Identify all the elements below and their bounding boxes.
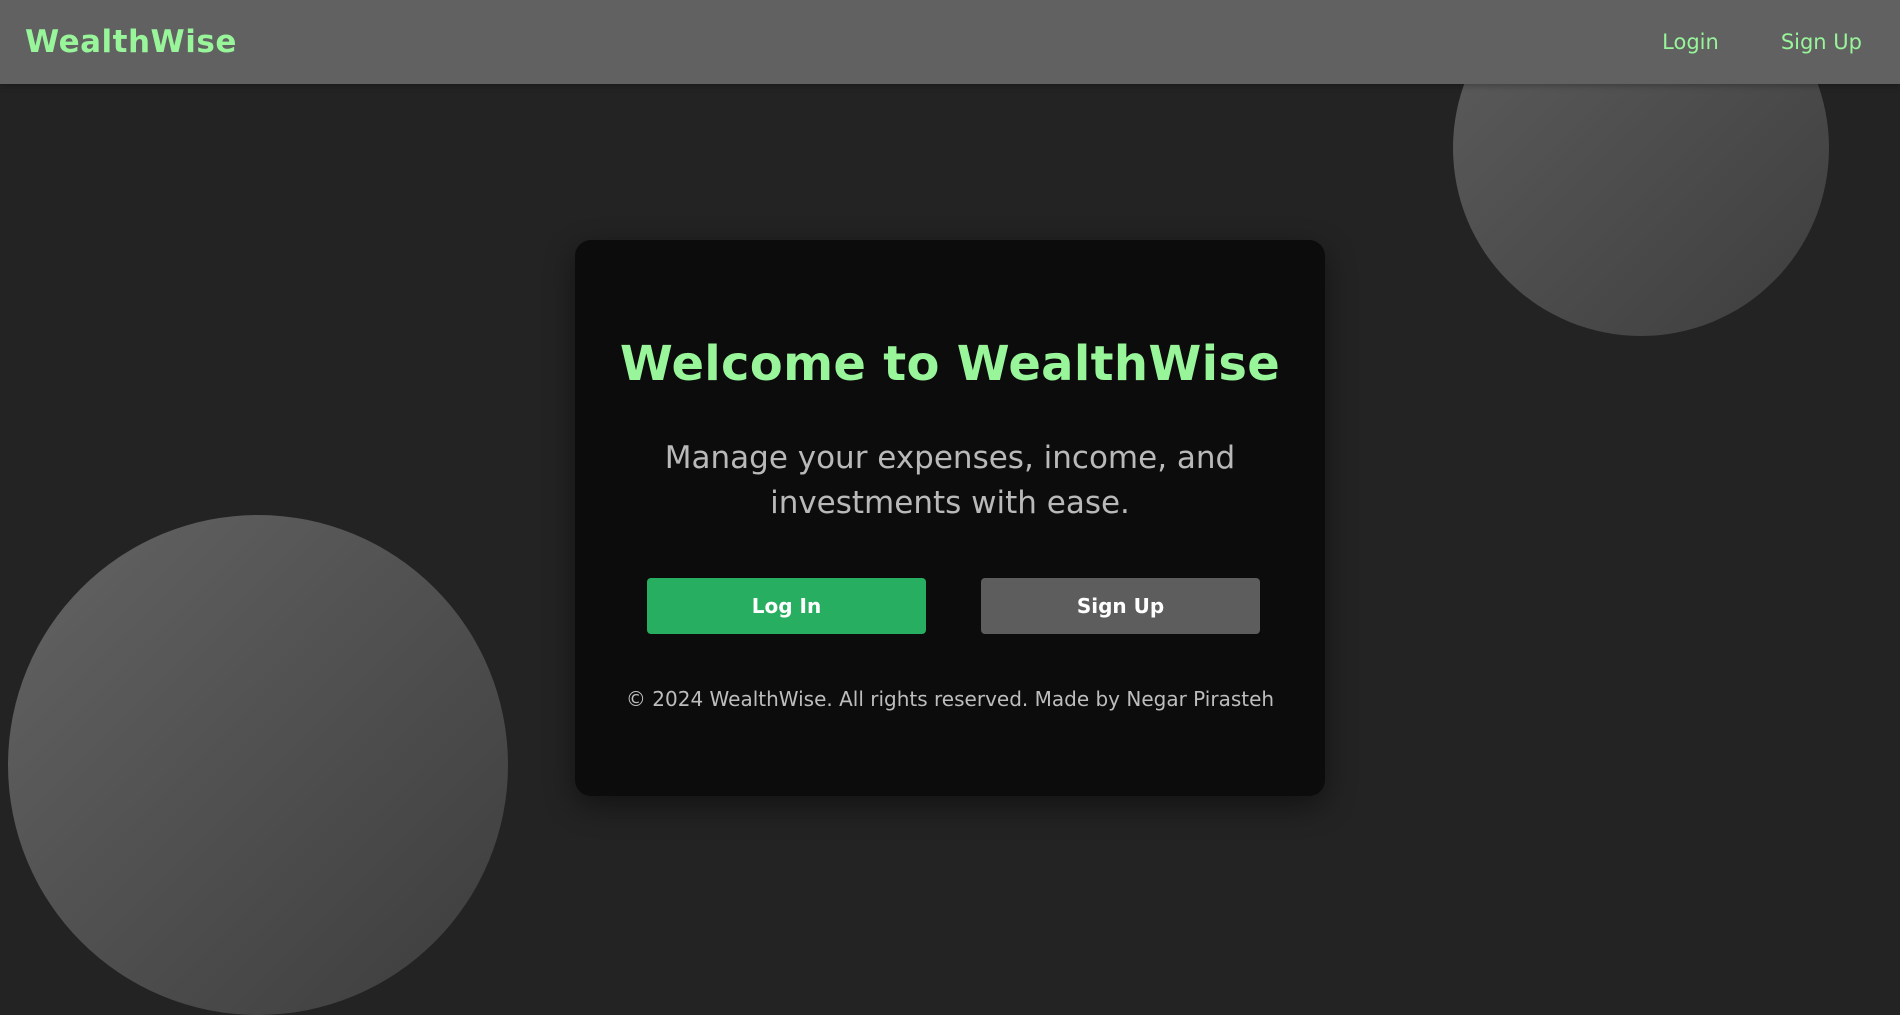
nav-links: Login Sign Up xyxy=(1662,0,1862,84)
welcome-title: Welcome to WealthWise xyxy=(619,336,1281,392)
nav-login-link[interactable]: Login xyxy=(1662,30,1719,54)
welcome-subtitle: Manage your expenses, income, and invest… xyxy=(664,440,1236,521)
copyright-footer: © 2024 WealthWise. All rights reserved. … xyxy=(625,687,1275,711)
login-button[interactable]: Log In xyxy=(647,578,926,634)
welcome-card: Welcome to WealthWise Manage your expens… xyxy=(575,240,1325,796)
nav-signup-link[interactable]: Sign Up xyxy=(1781,30,1862,54)
top-navbar: WealthWise Login Sign Up xyxy=(0,0,1900,84)
signup-button[interactable]: Sign Up xyxy=(981,578,1260,634)
decorative-circle-bottom-left xyxy=(8,515,508,1015)
brand-logo[interactable]: WealthWise xyxy=(25,0,237,84)
